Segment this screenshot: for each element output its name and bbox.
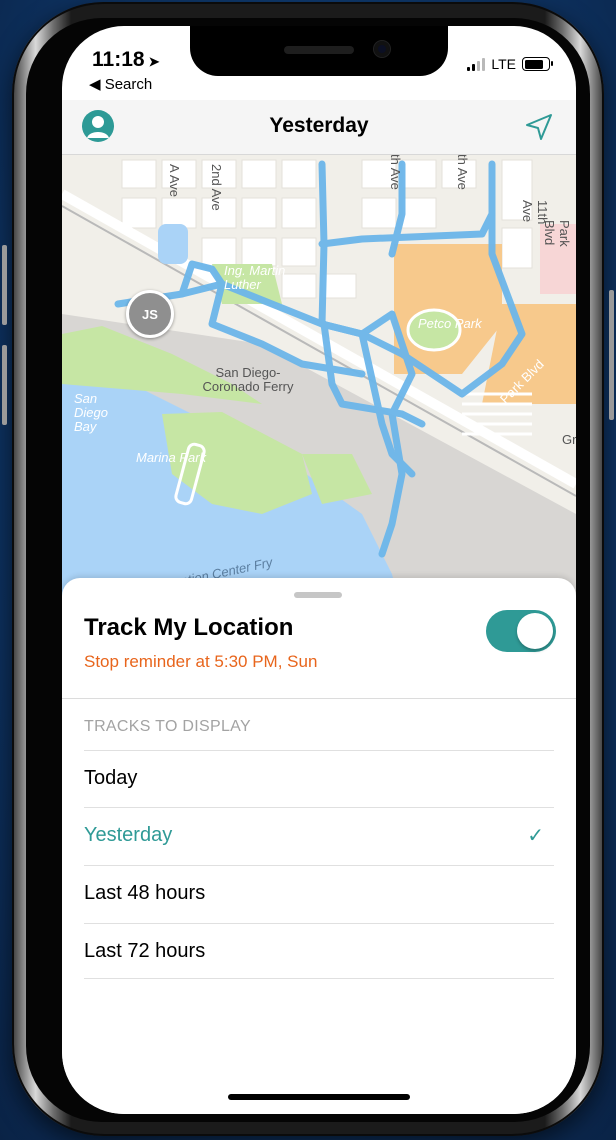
list-item-last-72-hours[interactable]: Last 72 hours — [84, 923, 554, 979]
list-item-today[interactable]: Today — [84, 750, 554, 806]
network-type: LTE — [491, 56, 516, 72]
bottom-sheet: Track My Location Stop reminder at 5:30 … — [62, 578, 576, 1114]
option-label: Last 48 hours — [84, 882, 206, 904]
option-label: Today — [84, 767, 138, 789]
poi-label: Gr — [562, 432, 576, 447]
navigation-bar: Yesterday — [62, 100, 576, 155]
water-label: San Diego Bay — [74, 391, 108, 434]
track-location-toggle[interactable] — [486, 610, 556, 652]
screen: 11:18 ➤ ◀ Search LTE Yesterday A Ave 2nd… — [62, 26, 576, 1114]
cellular-signal-icon — [467, 57, 486, 71]
side-button — [609, 290, 614, 420]
map-view[interactable]: A Ave 2nd Ave th Ave th Ave 11th Ave Par… — [62, 154, 576, 614]
option-label: Yesterday — [84, 824, 173, 846]
divider — [62, 698, 576, 699]
back-label: ◀ Search — [89, 76, 153, 93]
checkmark-icon: ✓ — [527, 825, 544, 847]
location-arrow-icon: ➤ — [148, 54, 160, 69]
back-to-search-button[interactable]: ◀ Search — [89, 75, 152, 93]
street-label: 2nd Ave — [209, 164, 224, 211]
map-base — [62, 154, 576, 614]
street-label: th Ave — [455, 154, 470, 190]
page-title: Yesterday — [269, 114, 369, 137]
time-text: 11:18 — [92, 48, 145, 71]
toggle-knob — [517, 613, 553, 649]
street-label: Ing. Martin Luther — [224, 263, 286, 292]
side-button — [2, 345, 7, 425]
track-location-title: Track My Location — [84, 614, 294, 641]
poi-label: San Diego-Coronado Ferry — [202, 365, 294, 394]
side-button — [2, 245, 7, 325]
poi-label: Petco Park — [418, 316, 482, 331]
navigation-arrow-icon[interactable] — [524, 112, 554, 142]
status-time: 11:18 ➤ — [92, 48, 159, 72]
poi-label: Marina Park — [136, 450, 207, 465]
home-indicator[interactable] — [228, 1094, 410, 1100]
speaker-grille — [284, 46, 354, 54]
stop-reminder-text: Stop reminder at 5:30 PM, Sun — [84, 652, 318, 671]
battery-icon — [522, 57, 553, 71]
list-item-yesterday[interactable]: Yesterday ✓ — [84, 807, 554, 863]
notch — [190, 26, 448, 76]
street-label: th Ave — [388, 154, 403, 190]
user-marker[interactable]: JS — [126, 290, 174, 338]
status-indicators: LTE — [467, 56, 553, 72]
section-header: TRACKS TO DISPLAY — [84, 718, 251, 735]
street-label: Park Blvd — [542, 220, 572, 247]
sheet-grabber[interactable] — [294, 592, 342, 598]
list-item-last-48-hours[interactable]: Last 48 hours — [84, 865, 554, 921]
option-label: Last 72 hours — [84, 939, 206, 962]
street-label: A Ave — [167, 164, 182, 198]
front-camera — [374, 41, 390, 57]
